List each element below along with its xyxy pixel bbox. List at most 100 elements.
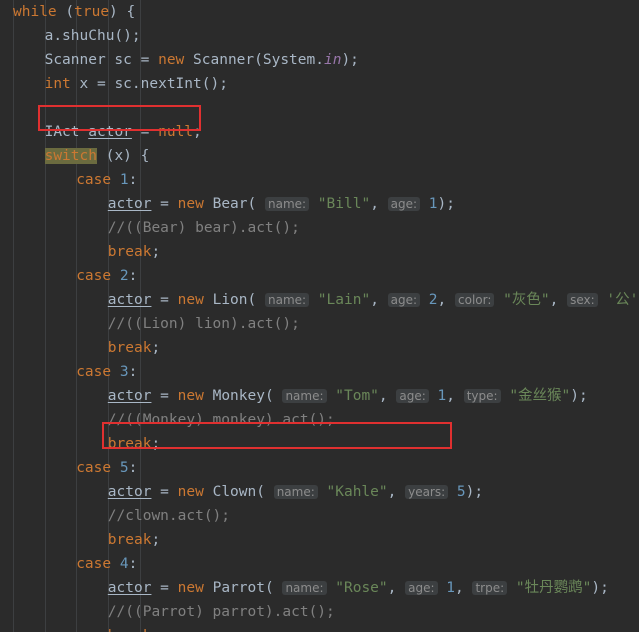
- parameter-hint-badge[interactable]: trpe:: [472, 581, 508, 595]
- code-token: ,: [454, 580, 473, 596]
- code-token: 5: [456, 484, 466, 500]
- code-token: :: [128, 556, 138, 572]
- code-token: ,: [437, 292, 455, 308]
- code-line[interactable]: actor = new Clown( name: "Kahle", years:…: [0, 480, 639, 504]
- code-token: x = sc.nextInt();: [70, 76, 228, 92]
- parameter-hint-badge[interactable]: name:: [264, 293, 310, 307]
- code-line[interactable]: a.shuChu();: [0, 24, 639, 48]
- code-line[interactable]: break;: [0, 624, 639, 632]
- code-token: actor: [107, 484, 152, 500]
- code-token: :: [128, 364, 138, 380]
- parameter-hint-badge[interactable]: sex:: [567, 293, 598, 307]
- code-editor-pane[interactable]: while (true) {a.shuChu(); Scanner sc = ne…: [0, 0, 639, 632]
- parameter-hint-badge[interactable]: name:: [282, 389, 327, 403]
- code-token: 1: [437, 388, 447, 404]
- code-token: "牡丹鹦鹉": [515, 580, 592, 596]
- code-token: 3: [119, 364, 129, 380]
- parameter-hint-badge[interactable]: name:: [273, 485, 318, 499]
- code-line[interactable]: //((Monkey) monkey).act();: [0, 408, 639, 432]
- code-token: Clown(: [203, 484, 265, 500]
- parameter-hint-badge[interactable]: age:: [387, 293, 421, 307]
- code-token: new: [177, 484, 204, 500]
- code-line[interactable]: //((Bear) bear).act();: [0, 216, 639, 240]
- code-token: ;: [151, 532, 161, 548]
- code-token: actor: [107, 580, 152, 596]
- code-line[interactable]: break;: [0, 336, 639, 360]
- code-token: :: [128, 460, 138, 476]
- code-token: 2: [428, 292, 438, 308]
- code-token: =: [151, 196, 178, 212]
- code-token: actor: [107, 292, 152, 308]
- code-line[interactable]: actor = new Monkey( name: "Tom", age: 1,…: [0, 384, 639, 408]
- parameter-hint-badge[interactable]: name:: [282, 581, 327, 595]
- code-token: ) {: [109, 4, 136, 20]
- code-token: null: [158, 124, 194, 140]
- code-token: "Bill": [317, 196, 371, 212]
- code-token: //((Bear) bear).act();: [107, 220, 300, 236]
- code-token: //((Lion) lion).act();: [107, 316, 300, 332]
- code-token: new: [177, 580, 204, 596]
- code-token: break: [107, 436, 152, 452]
- code-token: switch: [44, 148, 97, 164]
- code-line[interactable]: case 1:: [0, 168, 639, 192]
- code-line[interactable]: Scanner sc = new Scanner(System.in);: [0, 48, 639, 72]
- code-token: Monkey(: [203, 388, 274, 404]
- code-line[interactable]: case 4:: [0, 552, 639, 576]
- code-line[interactable]: while (true) {: [0, 0, 639, 24]
- code-token: "Kahle": [326, 484, 388, 500]
- code-token: case: [76, 268, 112, 284]
- code-line[interactable]: //((Lion) lion).act();: [0, 312, 639, 336]
- code-token: while: [13, 4, 57, 20]
- code-line[interactable]: actor = new Lion( name: "Lain", age: 2, …: [0, 288, 639, 312]
- code-token: int: [44, 76, 71, 92]
- code-token: IAct: [44, 124, 89, 140]
- parameter-hint-badge[interactable]: name:: [264, 197, 310, 211]
- code-token: //((Monkey) monkey).act();: [107, 412, 335, 428]
- code-line[interactable]: case 5:: [0, 456, 639, 480]
- parameter-hint-badge[interactable]: age:: [387, 197, 421, 211]
- code-token: );: [591, 580, 609, 596]
- code-line[interactable]: break;: [0, 432, 639, 456]
- code-token: "Tom": [335, 388, 379, 404]
- code-token: 1: [446, 580, 455, 596]
- parameter-hint-badge[interactable]: color:: [455, 293, 495, 307]
- code-token: :: [128, 172, 138, 188]
- code-token: 4: [119, 556, 129, 572]
- code-token: ;: [151, 340, 161, 356]
- code-token: "金丝猴": [509, 388, 571, 404]
- code-line[interactable]: break;: [0, 528, 639, 552]
- code-token: =: [151, 292, 178, 308]
- code-line[interactable]: actor = new Parrot( name: "Rose", age: 1…: [0, 576, 639, 600]
- code-line[interactable]: //clown.act();: [0, 504, 639, 528]
- code-line[interactable]: switch (x) {: [0, 144, 639, 168]
- parameter-hint-badge[interactable]: age:: [396, 389, 429, 403]
- code-line[interactable]: [0, 96, 639, 120]
- code-line[interactable]: case 3:: [0, 360, 639, 384]
- code-token: "Rose": [335, 580, 388, 596]
- code-token: case: [76, 172, 112, 188]
- code-token: ,: [387, 484, 406, 500]
- code-line[interactable]: //((Parrot) parrot).act();: [0, 600, 639, 624]
- parameter-hint-badge[interactable]: type:: [463, 389, 501, 403]
- code-line[interactable]: IAct actor = null;: [0, 120, 639, 144]
- code-line[interactable]: int x = sc.nextInt();: [0, 72, 639, 96]
- code-token: );: [437, 196, 455, 212]
- parameter-hint-badge[interactable]: age:: [405, 581, 438, 595]
- code-token: 1: [428, 196, 438, 212]
- code-line[interactable]: actor = new Bear( name: "Bill", age: 1);: [0, 192, 639, 216]
- code-line[interactable]: break;: [0, 240, 639, 264]
- code-content[interactable]: while (true) {a.shuChu(); Scanner sc = ne…: [0, 0, 639, 632]
- parameter-hint-badge[interactable]: years:: [405, 485, 449, 499]
- code-token: ,: [370, 292, 388, 308]
- code-line[interactable]: case 2:: [0, 264, 639, 288]
